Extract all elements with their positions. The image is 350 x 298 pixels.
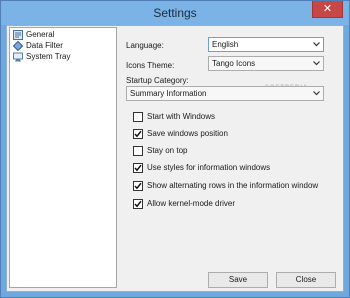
checkbox[interactable]: [133, 162, 143, 173]
tray-icon: [13, 52, 23, 61]
startup-category-label: Startup Category:: [126, 76, 189, 85]
icons-theme-value: Tango Icons: [212, 59, 256, 68]
icons-theme-label: Icons Theme:: [126, 61, 175, 70]
option-label: Save windows position: [147, 129, 228, 138]
option-label: Start with Windows: [147, 112, 216, 121]
window-close-button[interactable]: ✕: [312, 1, 343, 18]
option-start-with-windows[interactable]: Start with Windows: [133, 111, 215, 122]
checkbox[interactable]: [133, 180, 143, 191]
checkbox[interactable]: [133, 111, 143, 122]
filter-diamond-icon: [13, 40, 23, 51]
checkbox[interactable]: [133, 198, 143, 209]
option-save-windows-position[interactable]: Save windows position: [133, 128, 228, 139]
tree-item-system-tray[interactable]: System Tray: [13, 51, 70, 62]
option-use-styles[interactable]: Use styles for information windows: [133, 162, 270, 173]
save-button[interactable]: Save: [208, 272, 268, 288]
option-label: Stay on top: [147, 146, 188, 155]
option-label: Show alternating rows in the information…: [147, 181, 319, 190]
option-alternating-rows[interactable]: Show alternating rows in the information…: [133, 180, 318, 191]
chevron-down-icon: [313, 61, 320, 66]
chevron-down-icon: [313, 42, 320, 47]
option-stay-on-top[interactable]: Stay on top: [133, 145, 187, 156]
tree-item-label: General: [26, 30, 55, 39]
option-label: Allow kernel-mode driver: [147, 199, 236, 208]
tree-item-label: System Tray: [26, 52, 71, 61]
checkmark-icon: [134, 200, 142, 207]
checkbox[interactable]: [133, 128, 143, 139]
dialog-client: General Data Filter System Tray Language…: [6, 25, 344, 292]
icons-theme-select[interactable]: Tango Icons: [208, 56, 324, 71]
option-label: Use styles for information windows: [147, 163, 271, 172]
category-tree[interactable]: General Data Filter System Tray: [9, 27, 117, 288]
language-label: Language:: [126, 41, 164, 50]
startup-category-value: Summary Information: [130, 89, 207, 98]
checkmark-icon: [134, 164, 142, 171]
checkmark-icon: [134, 182, 142, 189]
window-title: Settings: [153, 6, 197, 20]
checkmark-icon: [134, 130, 142, 137]
language-select[interactable]: English: [208, 37, 324, 52]
settings-window: Settings ✕ General Data Filter System Tr…: [0, 0, 350, 298]
tree-item-data-filter[interactable]: Data Filter: [13, 40, 63, 51]
title-bar[interactable]: Settings ✕: [1, 1, 349, 25]
option-kernel-mode-driver[interactable]: Allow kernel-mode driver: [133, 198, 235, 209]
tree-item-general[interactable]: General: [13, 29, 54, 40]
checkbox[interactable]: [133, 145, 143, 156]
settings-sheet-icon: [13, 29, 23, 40]
close-button[interactable]: Close: [276, 272, 336, 288]
tree-item-label: Data Filter: [26, 41, 63, 50]
language-value: English: [212, 40, 239, 49]
chevron-down-icon: [313, 91, 320, 96]
startup-category-select[interactable]: Summary Information: [126, 86, 324, 101]
